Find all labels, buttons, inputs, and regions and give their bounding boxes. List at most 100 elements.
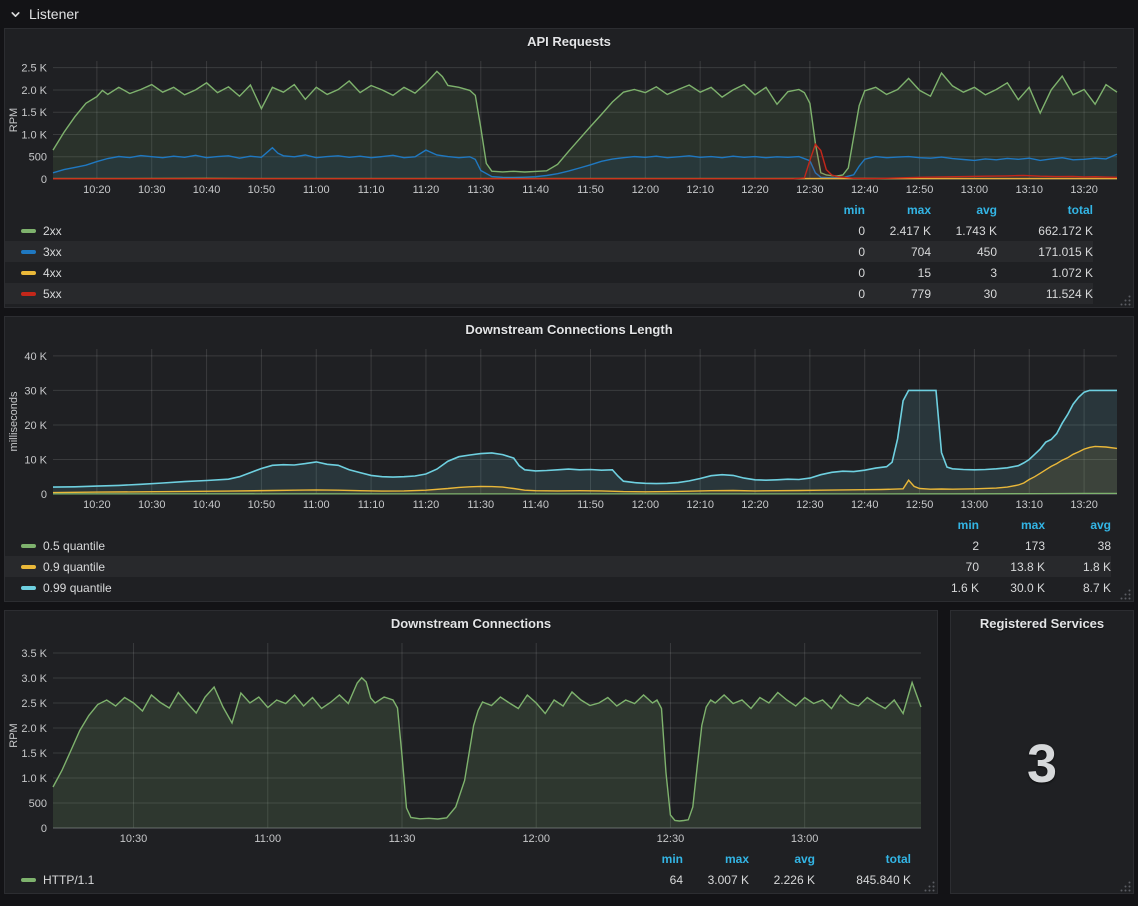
- legend-value-max: 779: [865, 287, 931, 301]
- legend-header-max[interactable]: max: [683, 852, 749, 866]
- x-tick-label: 12:40: [851, 499, 879, 511]
- legend-value-avg: 1.743 K: [931, 224, 997, 238]
- legend-value-avg: 38: [1045, 539, 1111, 553]
- panel-title-registered-services[interactable]: Registered Services: [951, 611, 1133, 635]
- y-tick-label: 2.5 K: [21, 63, 47, 75]
- legend-value-avg: 8.7 K: [1045, 581, 1111, 595]
- legend-value-total: 171.015 K: [997, 245, 1093, 259]
- legend-value-avg: 1.8 K: [1045, 560, 1111, 574]
- panel-title-api-requests[interactable]: API Requests: [5, 29, 1133, 53]
- x-tick-label: 10:50: [248, 499, 276, 511]
- y-axis-label: RPM: [8, 723, 20, 747]
- legend-series-toggle-4xx[interactable]: 4xx: [21, 266, 799, 280]
- x-tick-label: 12:10: [686, 499, 714, 511]
- legend-series-label: 0.5 quantile: [43, 539, 105, 553]
- x-tick-label: 12:50: [906, 499, 934, 511]
- legend-value-min: 0: [799, 266, 865, 280]
- y-tick-label: 1.5 K: [21, 748, 47, 760]
- legend-header-max[interactable]: max: [979, 518, 1045, 532]
- resize-grip-icon[interactable]: [1119, 293, 1131, 305]
- x-tick-label: 12:40: [851, 184, 879, 196]
- legend-header-total[interactable]: total: [815, 852, 911, 866]
- legend-series-toggle-0.99 quantile[interactable]: 0.99 quantile: [21, 581, 913, 595]
- chart-connections-length[interactable]: 10:2010:3010:4010:5011:0011:1011:2011:30…: [5, 341, 1133, 514]
- legend-value-min: 64: [617, 873, 683, 887]
- legend-series-label: 0.99 quantile: [43, 581, 112, 595]
- panel-title-downstream-connections[interactable]: Downstream Connections: [5, 611, 937, 635]
- legend-header-avg[interactable]: avg: [749, 852, 815, 866]
- legend-value-max: 173: [979, 539, 1045, 553]
- legend-row-4xx: 4xx01531.072 K: [5, 262, 1093, 283]
- series-color-swatch-icon: [21, 878, 36, 882]
- legend-value-min: 0: [799, 287, 865, 301]
- legend-value-max: 13.8 K: [979, 560, 1045, 574]
- x-tick-label: 11:30: [467, 184, 494, 196]
- series-color-swatch-icon: [21, 271, 36, 275]
- legend-series-toggle-0.5 quantile[interactable]: 0.5 quantile: [21, 539, 913, 553]
- row-header-listener[interactable]: Listener: [0, 0, 1138, 28]
- x-tick-label: 12:00: [522, 833, 550, 845]
- legend-row-HTTP/1.1: HTTP/1.1643.007 K2.226 K845.840 K: [5, 869, 911, 890]
- resize-grip-icon[interactable]: [923, 879, 935, 891]
- legend-value-min: 2: [913, 539, 979, 553]
- legend-header-min[interactable]: min: [617, 852, 683, 866]
- series-fill-HTTP/1.1: [53, 678, 921, 828]
- resize-grip-icon[interactable]: [1119, 879, 1131, 891]
- series-color-swatch-icon: [21, 565, 36, 569]
- legend-value-total: 1.072 K: [997, 266, 1093, 280]
- x-tick-label: 13:20: [1070, 499, 1098, 511]
- legend-value-total: 662.172 K: [997, 224, 1093, 238]
- x-tick-label: 10:30: [120, 833, 148, 845]
- x-tick-label: 12:30: [657, 833, 685, 845]
- y-tick-label: 1.0 K: [21, 773, 47, 785]
- chart-api-requests[interactable]: 10:2010:3010:4010:5011:0011:1011:2011:30…: [5, 53, 1133, 199]
- legend-value-max: 2.417 K: [865, 224, 931, 238]
- x-tick-label: 13:10: [1015, 184, 1043, 196]
- panel-api-requests: API Requests 10:2010:3010:4010:5011:0011…: [4, 28, 1134, 308]
- legend-header-row: minmaxavgtotal: [5, 848, 911, 869]
- chevron-down-icon: [9, 8, 22, 21]
- legend-row-0.9 quantile: 0.9 quantile7013.8 K1.8 K: [5, 556, 1111, 577]
- x-tick-label: 13:10: [1015, 499, 1043, 511]
- x-tick-label: 10:50: [248, 184, 276, 196]
- legend-header-max[interactable]: max: [865, 203, 931, 217]
- y-tick-label: 0: [41, 823, 47, 835]
- legend-row-3xx: 3xx0704450171.015 K: [5, 241, 1093, 262]
- legend-header-row: minmaxavgtotal: [5, 199, 1093, 220]
- y-tick-label: 40 K: [24, 351, 47, 363]
- legend-value-min: 0: [799, 245, 865, 259]
- legend-series-toggle-0.9 quantile[interactable]: 0.9 quantile: [21, 560, 913, 574]
- x-tick-label: 12:30: [796, 499, 824, 511]
- legend-row-2xx: 2xx02.417 K1.743 K662.172 K: [5, 220, 1093, 241]
- x-tick-label: 11:30: [389, 833, 416, 845]
- legend-series-toggle-HTTP/1.1[interactable]: HTTP/1.1: [21, 873, 617, 887]
- legend-connections-length: minmaxavg 0.5 quantile 217338 0.9 quantile7…: [5, 514, 1133, 601]
- resize-grip-icon[interactable]: [1119, 587, 1131, 599]
- legend-header-total[interactable]: total: [997, 203, 1093, 217]
- y-tick-label: 30 K: [24, 385, 47, 397]
- dashboard: API Requests 10:2010:3010:4010:5011:0011…: [0, 28, 1138, 894]
- legend-series-label: 5xx: [43, 287, 62, 301]
- x-tick-label: 13:00: [791, 833, 819, 845]
- legend-value-max: 15: [865, 266, 931, 280]
- legend-header-min[interactable]: min: [913, 518, 979, 532]
- legend-api-requests: minmaxavgtotal2xx02.417 K1.743 K662.172 …: [5, 199, 1133, 307]
- legend-header-avg[interactable]: avg: [1045, 518, 1111, 532]
- legend-header-avg[interactable]: avg: [931, 203, 997, 217]
- y-tick-label: 20 K: [24, 420, 47, 432]
- legend-value-avg: 30: [931, 287, 997, 301]
- legend-series-toggle-3xx[interactable]: 3xx: [21, 245, 799, 259]
- legend-series-label: 2xx: [43, 224, 62, 238]
- legend-value-min: 70: [913, 560, 979, 574]
- x-tick-label: 10:30: [138, 184, 166, 196]
- chart-downstream-connections[interactable]: 10:3011:0011:3012:0012:3013:0005001.0 K1…: [5, 635, 937, 848]
- series-color-swatch-icon: [21, 586, 36, 590]
- legend-value-avg: 450: [931, 245, 997, 259]
- legend-series-toggle-5xx[interactable]: 5xx: [21, 287, 799, 301]
- legend-header-min[interactable]: min: [799, 203, 865, 217]
- legend-value-min: 1.6 K: [913, 581, 979, 595]
- y-tick-label: 2.0 K: [21, 723, 47, 735]
- legend-series-toggle-2xx[interactable]: 2xx: [21, 224, 799, 238]
- series-fill-0.99 quantile: [53, 390, 1117, 494]
- panel-title-connections-length[interactable]: Downstream Connections Length: [5, 317, 1133, 341]
